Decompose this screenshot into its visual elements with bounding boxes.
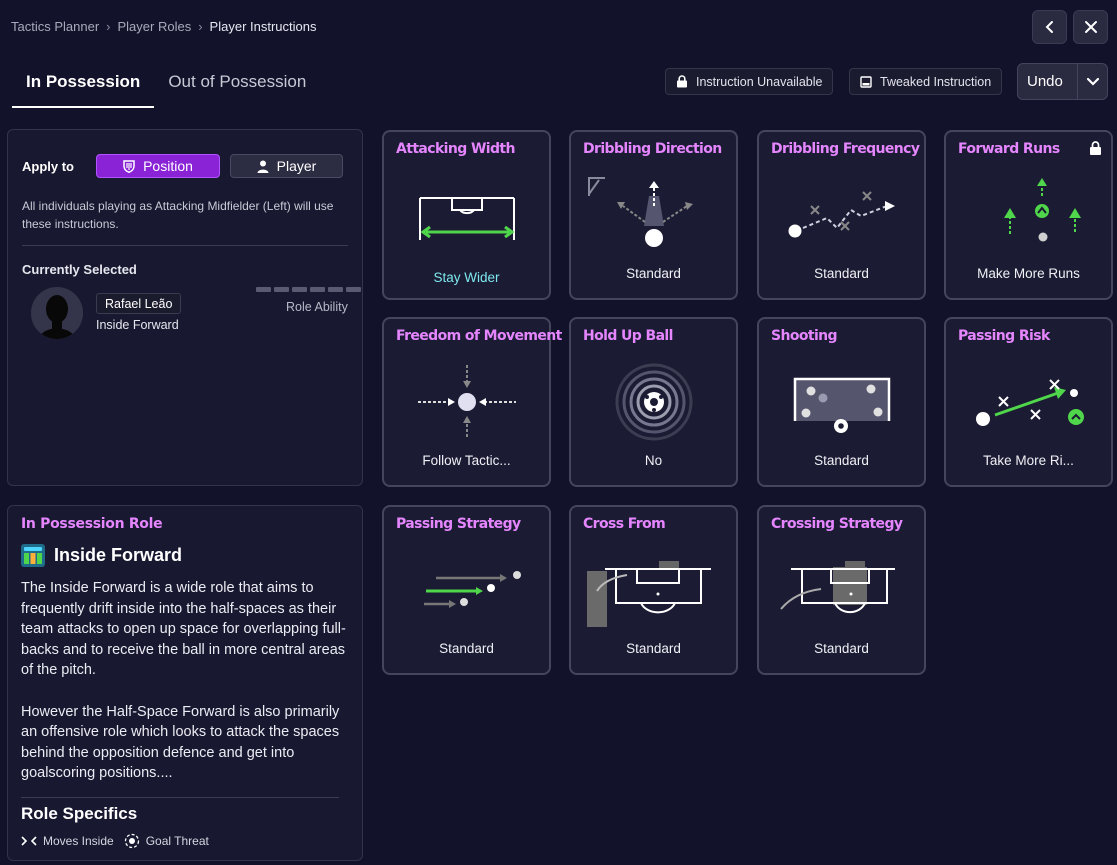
apply-to-panel: Apply to Position Player All individuals… bbox=[7, 129, 363, 486]
person-icon bbox=[257, 160, 269, 173]
player-label: Player bbox=[276, 158, 317, 174]
undo-dropdown[interactable]: Undo bbox=[1017, 63, 1108, 100]
close-icon bbox=[1084, 21, 1097, 33]
card-value: Make More Runs bbox=[977, 266, 1080, 281]
apply-player-toggle[interactable]: Player bbox=[230, 154, 343, 178]
card-value: Stay Wider bbox=[433, 270, 500, 285]
player-role: Inside Forward bbox=[96, 318, 179, 332]
card-title: Freedom of Movement bbox=[396, 328, 562, 344]
attacking-width-icon bbox=[419, 197, 515, 240]
possession-tabs: In Possession Out of Possession bbox=[12, 62, 320, 108]
card-value: Take More Ri... bbox=[983, 453, 1074, 468]
dribbling-direction-icon bbox=[588, 177, 693, 247]
forward-runs-icon bbox=[1004, 178, 1081, 242]
card-title: Passing Risk bbox=[958, 328, 1050, 344]
card-title: Forward Runs bbox=[958, 141, 1060, 157]
divider bbox=[22, 245, 348, 246]
tab-in-possession[interactable]: In Possession bbox=[12, 62, 155, 108]
role-title-row: Inside Forward bbox=[21, 544, 182, 567]
card-value: Standard bbox=[814, 641, 869, 656]
passing-risk-icon bbox=[976, 379, 1084, 426]
specific-moves-inside: Moves Inside bbox=[21, 833, 114, 849]
legend-tweaked-label: Tweaked Instruction bbox=[880, 74, 992, 89]
crossing-strategy-icon bbox=[780, 561, 895, 614]
chevron-right-icon: › bbox=[198, 19, 203, 34]
card-title: Dribbling Frequency bbox=[771, 141, 920, 157]
lock-icon bbox=[677, 75, 687, 88]
dribbling-frequency-icon bbox=[788, 191, 895, 238]
chevron-left-icon bbox=[1045, 21, 1053, 33]
card-title: Hold Up Ball bbox=[583, 328, 673, 344]
card-title: Shooting bbox=[771, 328, 838, 344]
specific-goal-threat: Goal Threat bbox=[124, 833, 209, 849]
card-cross-from[interactable]: Cross From Standard bbox=[569, 505, 738, 675]
role-specifics-list: Moves Inside Goal Threat bbox=[21, 833, 209, 849]
card-title: Crossing Strategy bbox=[771, 516, 903, 532]
apply-description: All individuals playing as Attacking Mid… bbox=[22, 199, 334, 231]
hold-up-ball-icon bbox=[615, 363, 693, 441]
card-dribbling-frequency[interactable]: Dribbling Frequency Standard bbox=[757, 130, 926, 300]
card-dribbling-direction[interactable]: Dribbling Direction Standard bbox=[569, 130, 738, 300]
card-shooting[interactable]: Shooting Standard bbox=[757, 317, 926, 487]
legend-instruction-unavailable: Instruction Unavailable bbox=[665, 68, 834, 95]
card-attacking-width[interactable]: Attacking Width Stay Wider bbox=[382, 130, 551, 300]
shooting-icon bbox=[793, 377, 891, 433]
player-avatar bbox=[31, 287, 83, 339]
passing-strategy-icon bbox=[424, 571, 521, 608]
role-description: The Inside Forward is a wide role that a… bbox=[21, 578, 353, 805]
tab-out-of-possession[interactable]: Out of Possession bbox=[154, 62, 320, 108]
card-passing-risk[interactable]: Passing Risk Take More Ri... bbox=[944, 317, 1113, 487]
role-paragraph-1: The Inside Forward is a wide role that a… bbox=[21, 580, 346, 679]
currently-selected-label: Currently Selected bbox=[22, 262, 137, 277]
arrows-inward-icon bbox=[21, 836, 37, 846]
card-value: Standard bbox=[814, 453, 869, 468]
undo-button[interactable]: Undo bbox=[1018, 73, 1077, 90]
legend-tweaked-instruction: Tweaked Instruction bbox=[849, 68, 1003, 95]
role-ability-label: Role Ability bbox=[286, 300, 348, 314]
card-value: No bbox=[644, 453, 663, 468]
cross-from-icon bbox=[587, 561, 711, 627]
lock-icon bbox=[1090, 141, 1101, 155]
chevron-down-icon[interactable] bbox=[1077, 64, 1107, 99]
shield-icon bbox=[123, 159, 135, 173]
divider bbox=[21, 797, 339, 798]
card-value: Follow Tactic... bbox=[422, 453, 511, 468]
breadcrumb-tactics-planner[interactable]: Tactics Planner bbox=[11, 19, 99, 34]
card-title: Dribbling Direction bbox=[583, 141, 722, 157]
role-description-panel: In Possession Role Inside Forward The In… bbox=[7, 505, 363, 861]
player-name: Rafael Leão bbox=[96, 293, 182, 314]
apply-position-toggle[interactable]: Position bbox=[96, 154, 220, 178]
card-value: Standard bbox=[626, 266, 681, 281]
legend-unavailable-label: Instruction Unavailable bbox=[696, 74, 823, 89]
role-ability-bars bbox=[256, 287, 361, 292]
card-title: Passing Strategy bbox=[396, 516, 521, 532]
card-passing-strategy[interactable]: Passing Strategy Standard bbox=[382, 505, 551, 675]
role-icon bbox=[21, 544, 45, 567]
breadcrumb-player-instructions: Player Instructions bbox=[209, 19, 317, 34]
breadcrumb: Tactics Planner › Player Roles › Player … bbox=[11, 19, 316, 34]
card-title: Attacking Width bbox=[396, 141, 515, 157]
role-specifics-title: Role Specifics bbox=[21, 804, 138, 823]
card-hold-up-ball[interactable]: Hold Up Ball No bbox=[569, 317, 738, 487]
card-crossing-strategy[interactable]: Crossing Strategy Standard bbox=[757, 505, 926, 675]
back-button[interactable] bbox=[1032, 10, 1067, 44]
apply-to-label: Apply to bbox=[22, 158, 74, 174]
target-ball-icon bbox=[124, 833, 139, 849]
breadcrumb-player-roles[interactable]: Player Roles bbox=[118, 19, 192, 34]
card-value: Standard bbox=[626, 641, 681, 656]
card-value: Standard bbox=[439, 641, 494, 656]
role-paragraph-2: However the Half-Space Forward is also p… bbox=[21, 703, 340, 782]
card-title: Cross From bbox=[583, 516, 666, 532]
close-button[interactable] bbox=[1073, 10, 1108, 44]
freedom-of-movement-icon bbox=[418, 365, 516, 439]
chevron-right-icon: › bbox=[106, 19, 111, 34]
role-title: Inside Forward bbox=[54, 545, 183, 565]
position-label: Position bbox=[143, 158, 193, 174]
role-header: In Possession Role bbox=[21, 516, 163, 532]
card-forward-runs[interactable]: Forward Runs Make More Runs bbox=[944, 130, 1113, 300]
card-freedom-of-movement[interactable]: Freedom of Movement Follow Tactic... bbox=[382, 317, 562, 487]
card-value: Standard bbox=[814, 266, 869, 281]
tweaked-icon bbox=[860, 75, 872, 88]
